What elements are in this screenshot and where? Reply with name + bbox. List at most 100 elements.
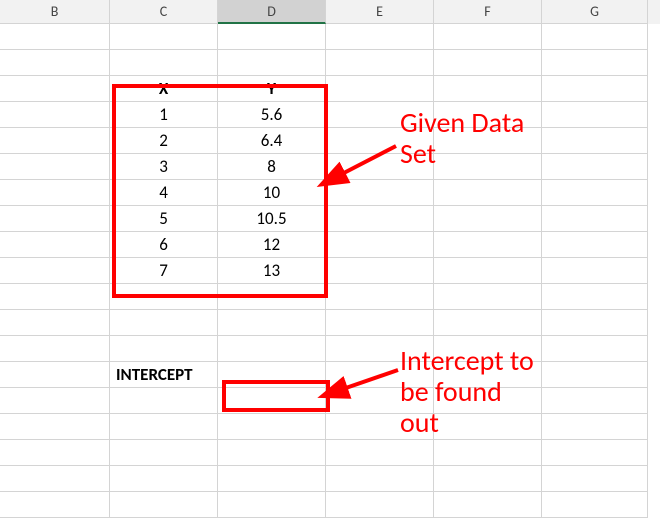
cell-g[interactable] [542,76,648,102]
column-header-g[interactable]: G [542,0,648,24]
cell-f[interactable] [434,414,542,440]
cell-f[interactable] [434,466,542,492]
cell-g[interactable] [542,336,648,362]
cell-b[interactable] [0,466,110,492]
table-cell-x[interactable]: 2 [110,128,218,154]
cell-e[interactable] [326,128,434,154]
cell-e[interactable] [326,24,434,50]
table-cell-y[interactable]: 5.6 [218,102,326,128]
cell-b[interactable] [0,180,110,206]
table-cell-y[interactable]: 6.4 [218,128,326,154]
cell-c[interactable] [110,388,218,414]
cell-g[interactable] [542,284,648,310]
cell-g[interactable] [542,440,648,466]
cell-f[interactable] [434,284,542,310]
cell-e[interactable] [326,310,434,336]
cell-g[interactable] [542,232,648,258]
cell-e[interactable] [326,180,434,206]
cell-b[interactable] [0,284,110,310]
cell-b[interactable] [0,102,110,128]
cell-f[interactable] [434,336,542,362]
table-cell-y[interactable]: 10 [218,180,326,206]
cell-d[interactable] [218,440,326,466]
cell-b[interactable] [0,76,110,102]
table-cell-x[interactable]: 7 [110,258,218,284]
cell-f[interactable] [434,388,542,414]
table-cell-x[interactable]: 5 [110,206,218,232]
cell-b[interactable] [0,206,110,232]
table-header-x[interactable]: X [110,76,218,102]
cell-b[interactable] [0,362,110,388]
cell-g[interactable] [542,492,648,518]
cell-c[interactable] [110,310,218,336]
cell-e[interactable] [326,440,434,466]
column-header-d[interactable]: D [218,0,326,24]
cell-b[interactable] [0,414,110,440]
table-cell-x[interactable]: 3 [110,154,218,180]
cell-f[interactable] [434,50,542,76]
cell-d[interactable] [218,50,326,76]
cell-e[interactable] [326,258,434,284]
cell-g[interactable] [542,154,648,180]
column-header-e[interactable]: E [326,0,434,24]
cell-g[interactable] [542,180,648,206]
cell-f[interactable] [434,154,542,180]
cell-d[interactable] [218,310,326,336]
cell-f[interactable] [434,76,542,102]
cell-f[interactable] [434,102,542,128]
cell-b[interactable] [0,232,110,258]
cell-d[interactable] [218,388,326,414]
cell-g[interactable] [542,102,648,128]
cell-d[interactable] [218,24,326,50]
cell-b[interactable] [0,388,110,414]
cell-f[interactable] [434,24,542,50]
cell-d[interactable] [218,492,326,518]
cell-e[interactable] [326,154,434,180]
cell-e[interactable] [326,362,434,388]
cell-d[interactable] [218,414,326,440]
cell-g[interactable] [542,362,648,388]
table-cell-y[interactable]: 13 [218,258,326,284]
cell-d[interactable] [218,284,326,310]
table-cell-x[interactable]: 4 [110,180,218,206]
cell-b[interactable] [0,492,110,518]
cell-g[interactable] [542,310,648,336]
cells-grid[interactable]: XY15.626.438410510.5612713INTERCEPT [0,24,660,518]
table-cell-x[interactable]: 6 [110,232,218,258]
cell-f[interactable] [434,128,542,154]
cell-e[interactable] [326,388,434,414]
cell-f[interactable] [434,492,542,518]
cell-d[interactable] [218,336,326,362]
cell-b[interactable] [0,258,110,284]
table-header-y[interactable]: Y [218,76,326,102]
table-cell-y[interactable]: 10.5 [218,206,326,232]
cell-g[interactable] [542,466,648,492]
table-cell-y[interactable]: 8 [218,154,326,180]
cell-g[interactable] [542,388,648,414]
cell-e[interactable] [326,466,434,492]
cell-g[interactable] [542,258,648,284]
cell-e[interactable] [326,76,434,102]
cell-e[interactable] [326,336,434,362]
cell-b[interactable] [0,50,110,76]
table-cell-x[interactable]: 1 [110,102,218,128]
cell-b[interactable] [0,24,110,50]
cell-c[interactable] [110,440,218,466]
cell-c[interactable] [110,414,218,440]
cell-c[interactable] [110,24,218,50]
column-header-b[interactable]: B [0,0,110,24]
cell-g[interactable] [542,24,648,50]
cell-f[interactable] [434,232,542,258]
cell-b[interactable] [0,336,110,362]
cell-f[interactable] [434,310,542,336]
cell-b[interactable] [0,310,110,336]
cell-c[interactable] [110,50,218,76]
cell-c[interactable] [110,492,218,518]
cell-d[interactable] [218,466,326,492]
table-cell-y[interactable]: 12 [218,232,326,258]
cell-g[interactable] [542,128,648,154]
cell-e[interactable] [326,232,434,258]
cell-f[interactable] [434,206,542,232]
cell-e[interactable] [326,102,434,128]
cell-e[interactable] [326,206,434,232]
